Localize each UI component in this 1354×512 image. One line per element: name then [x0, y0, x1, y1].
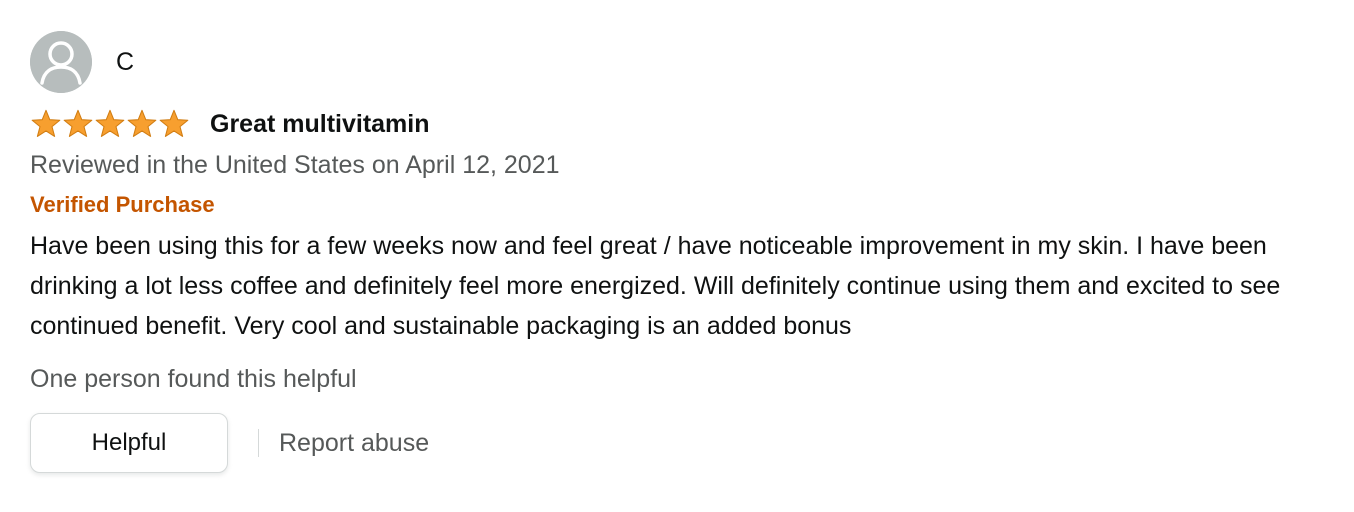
review-card: C Great multivitamin Reviewed in the Uni…: [30, 30, 1330, 474]
helpful-button-label: Helpful: [91, 429, 167, 456]
star-icon: [159, 109, 189, 137]
reviewer-profile[interactable]: C: [30, 30, 1330, 94]
review-title-row: Great multivitamin: [30, 106, 1330, 142]
action-divider: [258, 429, 259, 457]
review-title[interactable]: Great multivitamin: [210, 110, 430, 139]
helpful-button[interactable]: Helpful: [30, 413, 228, 473]
star-icon: [63, 109, 93, 137]
verified-purchase-badge[interactable]: Verified Purchase: [30, 190, 1330, 220]
report-abuse-link[interactable]: Report abuse: [279, 429, 429, 458]
review-actions: Helpful Report abuse: [30, 412, 1330, 474]
review-date: Reviewed in the United States on April 1…: [30, 151, 560, 179]
star-rating[interactable]: [30, 109, 190, 139]
star-icon: [95, 109, 125, 137]
star-icon: [127, 109, 157, 137]
helpful-count: One person found this helpful: [30, 365, 357, 393]
user-silhouette-icon: [30, 31, 92, 93]
review-body: Have been using this for a few weeks now…: [30, 232, 1281, 340]
star-icon: [31, 109, 61, 137]
reviewer-name[interactable]: C: [116, 48, 134, 77]
avatar[interactable]: [30, 31, 92, 93]
